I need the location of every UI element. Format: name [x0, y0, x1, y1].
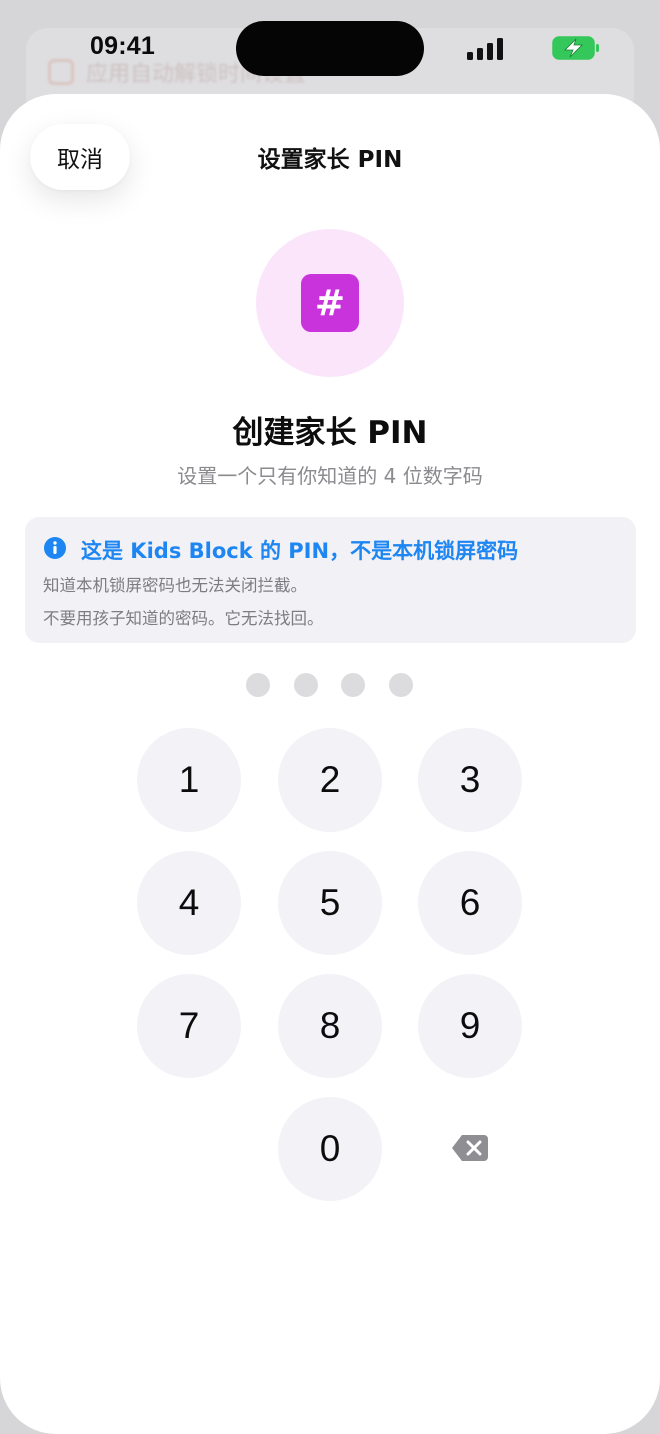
cellular-signal-icon [467, 38, 503, 60]
keypad-key-0[interactable]: 0 [278, 1097, 382, 1201]
delete-backspace-icon [452, 1135, 488, 1161]
keypad-key-7[interactable]: 7 [137, 974, 241, 1078]
page-subheading: 设置一个只有你知道的 4 位数字码 [177, 464, 483, 488]
keypad-key-1[interactable]: 1 [137, 728, 241, 832]
keypad-key-5[interactable]: 5 [278, 851, 382, 955]
info-title: 这是 Kids Block 的 PIN，不是本机锁屏密码 [81, 539, 519, 563]
battery-charging-icon [552, 36, 599, 60]
status-bar: 09:41 [0, 0, 660, 96]
keypad-key-9[interactable]: 9 [418, 974, 522, 1078]
hashtag-icon: # [301, 274, 359, 332]
pin-dot [246, 673, 270, 697]
pin-dot [294, 673, 318, 697]
info-icon [44, 537, 66, 559]
keypad-key-6[interactable]: 6 [418, 851, 522, 955]
dynamic-island [236, 21, 424, 76]
pin-dot [341, 673, 365, 697]
pin-dot [389, 673, 413, 697]
sheet-title: 设置家长 PIN [257, 147, 403, 173]
keypad-key-2[interactable]: 2 [278, 728, 382, 832]
keypad-key-4[interactable]: 4 [137, 851, 241, 955]
keypad-key-3[interactable]: 3 [418, 728, 522, 832]
delete-button[interactable] [418, 1096, 522, 1200]
status-time: 09:41 [90, 32, 155, 60]
pin-dots [246, 673, 416, 699]
info-line-1: 知道本机锁屏密码也无法关闭拦截。 [43, 576, 307, 595]
info-notice: 这是 Kids Block 的 PIN，不是本机锁屏密码 知道本机锁屏密码也无法… [25, 517, 636, 643]
page-heading: 创建家长 PIN [232, 415, 428, 451]
keypad-key-8[interactable]: 8 [278, 974, 382, 1078]
info-line-2: 不要用孩子知道的密码。它无法找回。 [43, 609, 324, 628]
